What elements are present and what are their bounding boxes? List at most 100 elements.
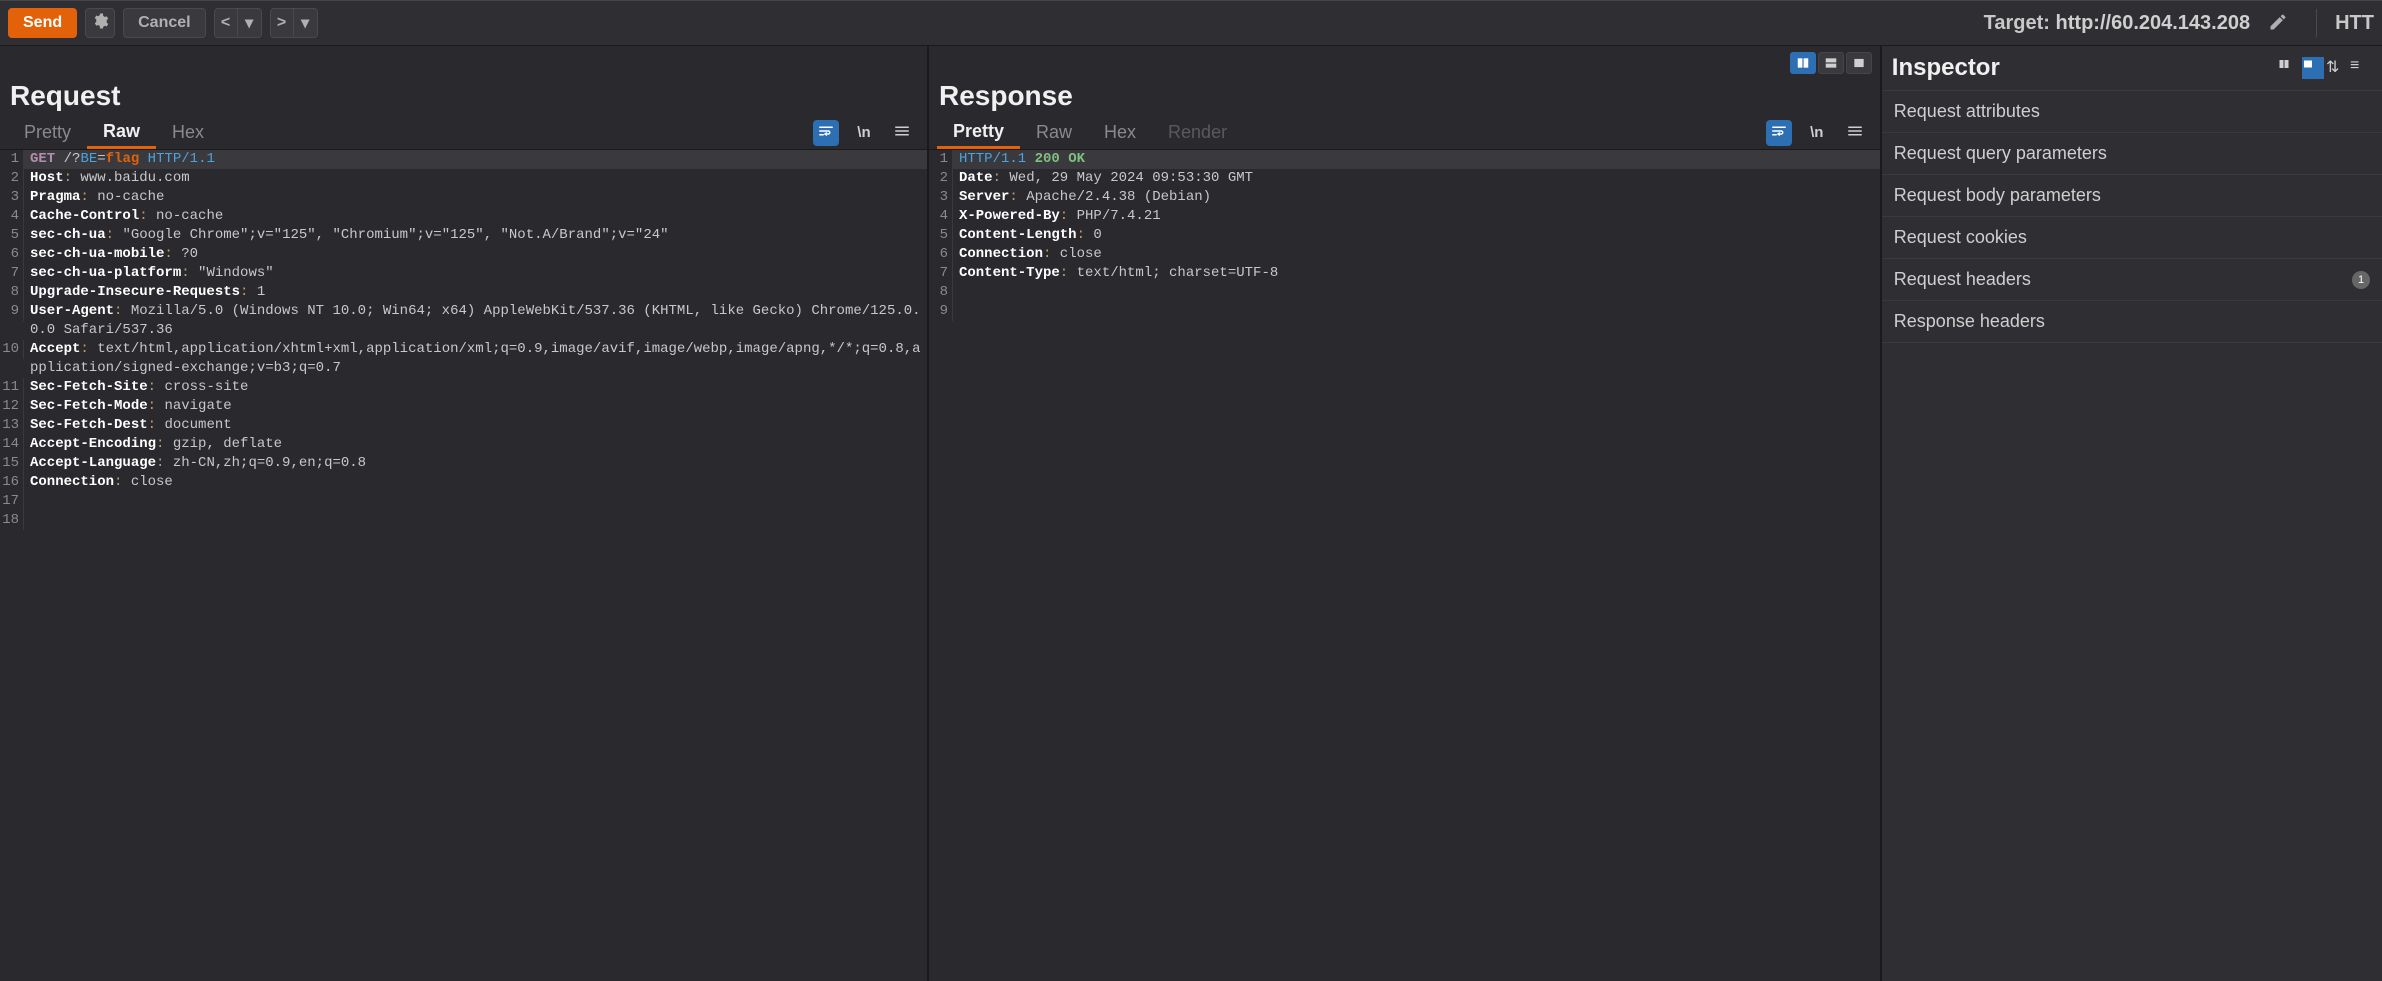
code-content[interactable]: Host: www.baidu.com [24, 169, 927, 188]
code-content[interactable]: User-Agent: Mozilla/5.0 (Windows NT 10.0… [24, 302, 927, 340]
protocol-label[interactable]: HTT [2335, 12, 2374, 35]
tab-pretty[interactable]: Pretty [937, 116, 1020, 149]
inspector-item-label: Request attributes [1894, 101, 2040, 122]
line-number: 13 [0, 416, 24, 435]
line-number: 6 [929, 245, 953, 264]
response-pane: Response Pretty Raw Hex Render [929, 46, 1882, 981]
wrap-lines-toggle[interactable] [1766, 120, 1792, 146]
code-content[interactable]: GET /?BE=flag HTTP/1.1 [24, 150, 927, 169]
tab-hex[interactable]: Hex [1088, 116, 1152, 149]
code-content[interactable]: Connection: close [953, 245, 1880, 264]
inspector-item[interactable]: Request body parameters [1882, 175, 2382, 217]
layout-split-horizontal[interactable] [1818, 52, 1844, 74]
wrap-lines-toggle[interactable] [813, 120, 839, 146]
request-editor[interactable]: 1GET /?BE=flag HTTP/1.12Host: www.baidu.… [0, 150, 927, 981]
code-content[interactable]: Cache-Control: no-cache [24, 207, 927, 226]
code-line: 10Accept: text/html,application/xhtml+xm… [0, 340, 927, 378]
expand-icon: ⇅ [2326, 59, 2339, 76]
tab-render[interactable]: Render [1152, 116, 1243, 149]
code-content[interactable]: Accept-Language: zh-CN,zh;q=0.9,en;q=0.8 [24, 454, 927, 473]
wrap-icon [1770, 122, 1788, 144]
code-content[interactable]: Accept-Encoding: gzip, deflate [24, 435, 927, 454]
line-number: 5 [0, 226, 24, 245]
send-button[interactable]: Send [8, 8, 77, 38]
history-back-menu[interactable]: ▾ [238, 8, 262, 38]
code-content[interactable]: Sec-Fetch-Site: cross-site [24, 378, 927, 397]
layout-split-vertical[interactable] [1790, 52, 1816, 74]
code-content[interactable]: Upgrade-Insecure-Requests: 1 [24, 283, 927, 302]
inspector-layout-a[interactable] [2278, 57, 2300, 79]
line-number: 4 [929, 207, 953, 226]
code-line: 7sec-ch-ua-platform: "Windows" [0, 264, 927, 283]
code-line: 15Accept-Language: zh-CN,zh;q=0.9,en;q=0… [0, 454, 927, 473]
line-number: 6 [0, 245, 24, 264]
collapse-icon: ≡ [2350, 57, 2359, 74]
line-number: 7 [0, 264, 24, 283]
line-number: 4 [0, 207, 24, 226]
hamburger-icon [1846, 122, 1864, 144]
response-viewer[interactable]: 1HTTP/1.1 200 OK2Date: Wed, 29 May 2024 … [929, 150, 1880, 981]
code-line: 1GET /?BE=flag HTTP/1.1 [0, 150, 927, 169]
settings-button[interactable] [85, 8, 115, 38]
code-content[interactable]: X-Powered-By: PHP/7.4.21 [953, 207, 1880, 226]
response-title: Response [939, 80, 1073, 112]
code-content[interactable]: HTTP/1.1 200 OK [953, 150, 1880, 169]
history-fwd-menu[interactable]: ▾ [294, 8, 318, 38]
edit-target-button[interactable] [2268, 12, 2288, 35]
code-line: 17 [0, 492, 927, 511]
layout-single[interactable] [1846, 52, 1872, 74]
tab-raw[interactable]: Raw [87, 116, 156, 149]
inspector-pane: Inspector ⇅ ≡ Request attributes Request … [1882, 46, 2382, 981]
history-back-button[interactable]: < [214, 8, 238, 38]
inspector-item[interactable]: Request query parameters [1882, 133, 2382, 175]
code-line: 9 [929, 302, 1880, 321]
code-line: 13Sec-Fetch-Dest: document [0, 416, 927, 435]
code-line: 4X-Powered-By: PHP/7.4.21 [929, 207, 1880, 226]
editor-menu[interactable] [889, 120, 915, 146]
code-line: 8Upgrade-Insecure-Requests: 1 [0, 283, 927, 302]
line-number: 1 [0, 150, 24, 169]
show-newlines-toggle[interactable]: \n [1804, 120, 1830, 146]
history-fwd-button[interactable]: > [270, 8, 294, 38]
code-content[interactable]: sec-ch-ua-platform: "Windows" [24, 264, 927, 283]
line-number: 10 [0, 340, 24, 359]
code-line: 7Content-Type: text/html; charset=UTF-8 [929, 264, 1880, 283]
inspector-layout-b[interactable] [2302, 57, 2324, 79]
inspector-item[interactable]: Request attributes [1882, 90, 2382, 133]
request-title: Request [10, 80, 120, 112]
code-content[interactable]: sec-ch-ua: "Google Chrome";v="125", "Chr… [24, 226, 927, 245]
code-line: 12Sec-Fetch-Mode: navigate [0, 397, 927, 416]
line-number: 14 [0, 435, 24, 454]
tab-hex[interactable]: Hex [156, 116, 220, 149]
code-content[interactable]: Connection: close [24, 473, 927, 492]
response-tabs: Pretty Raw Hex Render \n [929, 116, 1880, 150]
code-line: 3Server: Apache/2.4.38 (Debian) [929, 188, 1880, 207]
code-content[interactable]: Content-Type: text/html; charset=UTF-8 [953, 264, 1880, 283]
inspector-item-label: Request query parameters [1894, 143, 2107, 164]
code-content[interactable]: Server: Apache/2.4.38 (Debian) [953, 188, 1880, 207]
code-content[interactable]: Date: Wed, 29 May 2024 09:53:30 GMT [953, 169, 1880, 188]
tab-raw[interactable]: Raw [1020, 116, 1088, 149]
code-content[interactable]: Pragma: no-cache [24, 188, 927, 207]
inspector-item[interactable]: Response headers [1882, 301, 2382, 343]
line-number: 7 [929, 264, 953, 283]
inspector-expand[interactable]: ⇅ [2326, 57, 2348, 79]
cancel-button[interactable]: Cancel [123, 8, 205, 38]
code-content[interactable]: sec-ch-ua-mobile: ?0 [24, 245, 927, 264]
show-newlines-toggle[interactable]: \n [851, 120, 877, 146]
code-line: 4Cache-Control: no-cache [0, 207, 927, 226]
code-content[interactable]: Sec-Fetch-Mode: navigate [24, 397, 927, 416]
code-content[interactable]: Content-Length: 0 [953, 226, 1880, 245]
line-number: 2 [0, 169, 24, 188]
code-line: 16Connection: close [0, 473, 927, 492]
line-number: 16 [0, 473, 24, 492]
inspector-title: Inspector [1892, 54, 2274, 82]
code-content[interactable]: Sec-Fetch-Dest: document [24, 416, 927, 435]
editor-menu[interactable] [1842, 120, 1868, 146]
inspector-item[interactable]: Request cookies [1882, 217, 2382, 259]
tab-pretty[interactable]: Pretty [8, 116, 87, 149]
code-content[interactable]: Accept: text/html,application/xhtml+xml,… [24, 340, 927, 378]
inspector-item[interactable]: Request headers1 [1882, 259, 2382, 301]
target-url: http://60.204.143.208 [2056, 12, 2251, 34]
inspector-collapse[interactable]: ≡ [2350, 57, 2372, 79]
